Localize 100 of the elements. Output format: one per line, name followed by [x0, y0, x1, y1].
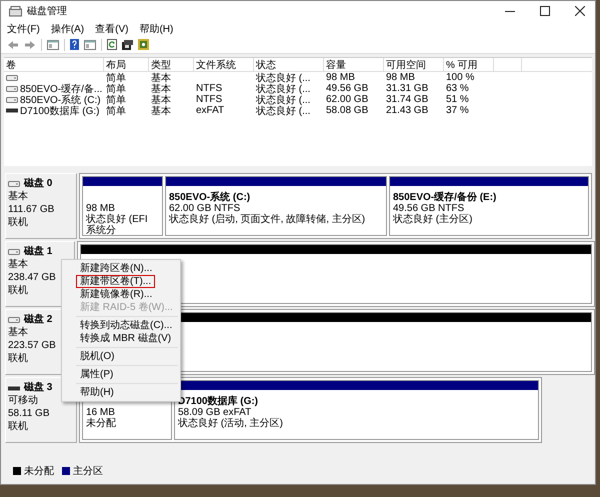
- menu-item[interactable]: 转换成 MBR 磁盘(V): [76, 332, 176, 345]
- disk-size: 111.67 GB: [8, 204, 54, 216]
- panel-icon[interactable]: [84, 40, 96, 50]
- disk-size: 58.11 GB: [8, 408, 50, 420]
- menu-item[interactable]: 脱机(O): [76, 350, 118, 363]
- legend-label: 未分配: [24, 464, 54, 478]
- disk-name: 磁盘 2: [24, 314, 52, 326]
- disk-name: 磁盘 0: [24, 178, 52, 190]
- table-cell: NTFS: [196, 83, 222, 94]
- table-cell: 31.31 GB: [386, 83, 428, 94]
- disk-size: 238.47 GB: [8, 272, 56, 284]
- table-cell-text: 简单: [106, 82, 126, 94]
- column-header[interactable]: 文件系统: [194, 58, 254, 71]
- table-cell-text: 基本: [151, 93, 171, 106]
- menu-item: 新建 RAID-5 卷(W)...: [79, 301, 174, 314]
- table-cell: exFAT: [196, 105, 224, 116]
- partition-detail: 16 MB: [86, 407, 115, 418]
- partition[interactable]: 850EVO-缓存/备份 (E:) 49.56 GB NTFS 状态良好 (主分区): [389, 176, 589, 236]
- disk-size: 223.57 GB: [8, 340, 56, 352]
- column-header[interactable]: 可用空间: [384, 58, 444, 71]
- disk-status: 联机: [8, 353, 28, 365]
- back-arrow-icon[interactable]: [7, 40, 19, 50]
- menu-item[interactable]: 新建跨区卷(N)...: [76, 262, 156, 275]
- legend-label: 主分区: [73, 464, 103, 478]
- disk-status: 联机: [8, 285, 28, 297]
- partition-detail: 状态良好 (EFI 系统分: [86, 214, 149, 236]
- disk-type: 基本: [8, 259, 28, 271]
- removable-drive-icon: [6, 108, 18, 113]
- table-cell-text: 简单: [106, 93, 126, 106]
- table-cell-text: 状态良好 (...: [256, 106, 310, 118]
- partition[interactable]: 98 MB 状态良好 (EFI 系统分: [82, 176, 163, 236]
- close-icon[interactable]: [575, 6, 585, 16]
- table-cell-text: 状态良好 (...: [256, 72, 310, 84]
- table-cell: NTFS: [196, 94, 222, 105]
- disk-name: 磁盘 3: [24, 382, 52, 394]
- table-cell: 100 %: [446, 72, 474, 83]
- table-cell: 98 MB: [386, 72, 415, 83]
- table-cell-text: 850EVO-系统 (C:): [20, 94, 101, 106]
- drive-icon: [6, 96, 18, 102]
- menu-item[interactable]: 属性(P): [76, 368, 118, 381]
- disk-status: 联机: [8, 217, 28, 229]
- disk-type: 基本: [8, 327, 28, 339]
- drive-icon: [6, 86, 18, 92]
- partition-detail: 98 MB: [86, 203, 115, 214]
- window-title: 磁盘管理: [27, 5, 67, 18]
- table-cell-text: 简单: [106, 72, 126, 84]
- table-cell: 31.74 GB: [386, 94, 428, 105]
- maximize-icon[interactable]: [540, 6, 550, 16]
- partition-detail: 状态良好 (活动, 主分区): [178, 418, 283, 429]
- disk-info-panel[interactable]: 磁盘 0 基本 111.67 GB 联机: [5, 173, 77, 239]
- table-cell: 49.56 GB: [326, 83, 368, 94]
- column-header[interactable]: 状态: [254, 58, 324, 71]
- menu-item[interactable]: 新建镜像卷(R)...: [76, 288, 156, 301]
- disk-name: 磁盘 1: [24, 246, 52, 258]
- help-icon[interactable]: [70, 39, 79, 50]
- partition-detail: 未分配: [86, 418, 116, 429]
- menu-bar-item[interactable]: 文件(F): [7, 22, 40, 36]
- partition-label: 850EVO-系统 (C:): [169, 192, 250, 203]
- table-cell: 51 %: [446, 94, 469, 105]
- table-cell-text: 850EVO-缓存/备...: [20, 82, 102, 94]
- column-header[interactable]: 卷: [4, 58, 104, 71]
- menu-item[interactable]: 新建带区卷(T)...: [76, 275, 156, 288]
- drive-icon: [6, 74, 18, 80]
- table-cell: 21.43 GB: [386, 105, 428, 116]
- disk-type: 可移动: [8, 395, 38, 407]
- menu-bar-item[interactable]: 帮助(H): [139, 22, 174, 36]
- disk-type: 基本: [8, 191, 28, 203]
- table-cell-text: 状态良好 (...: [256, 94, 310, 106]
- table-cell: 98 MB: [326, 72, 355, 83]
- app-icon: [9, 6, 22, 16]
- disk-status: 联机: [8, 421, 28, 433]
- partition-detail: 状态良好 (主分区): [393, 214, 472, 225]
- menu-item[interactable]: 转换到动态磁盘(C)...: [76, 319, 176, 332]
- column-header[interactable]: 布局: [104, 58, 149, 71]
- removable-drive-icon: [8, 386, 20, 390]
- column-header[interactable]: 容量: [324, 58, 384, 71]
- disk-info-panel[interactable]: 磁盘 3 可移动 58.11 GB 联机: [5, 377, 77, 443]
- table-cell: 37 %: [446, 105, 469, 116]
- drive-icon: [8, 317, 20, 323]
- refresh-icon[interactable]: [107, 39, 117, 50]
- table-cell-text: 基本: [151, 82, 171, 94]
- table-cell-text: 基本: [151, 72, 171, 84]
- table-cell-text: 状态良好 (...: [256, 84, 310, 94]
- drive-icon: [8, 181, 20, 187]
- partition-detail: 状态良好 (启动, 页面文件, 故障转储, 主分区): [169, 214, 366, 225]
- table-cell: 58.08 GB: [326, 105, 368, 116]
- table-cell: 63 %: [446, 83, 469, 94]
- table-cell-text: 基本: [151, 104, 171, 118]
- column-header[interactable]: 类型: [149, 58, 194, 71]
- table-cell-text: D7100数据库 (G:): [20, 106, 100, 118]
- drive-icon: [8, 249, 20, 255]
- menu-bar-item[interactable]: 操作(A): [50, 22, 84, 36]
- partition-detail: 49.56 GB NTFS: [393, 203, 464, 214]
- partition[interactable]: 850EVO-系统 (C:) 62.00 GB NTFS 状态良好 (启动, 页面文件, 故障转储, 主分区): [165, 176, 387, 236]
- column-header[interactable]: % 可用: [444, 58, 494, 71]
- menu-bar-item[interactable]: 查看(V): [95, 22, 128, 36]
- table-cell-text: 简单: [106, 104, 126, 118]
- forward-arrow-icon[interactable]: [24, 40, 36, 50]
- partition-label: 850EVO-缓存/备份 (E:): [393, 192, 496, 203]
- panel-icon[interactable]: [47, 40, 59, 50]
